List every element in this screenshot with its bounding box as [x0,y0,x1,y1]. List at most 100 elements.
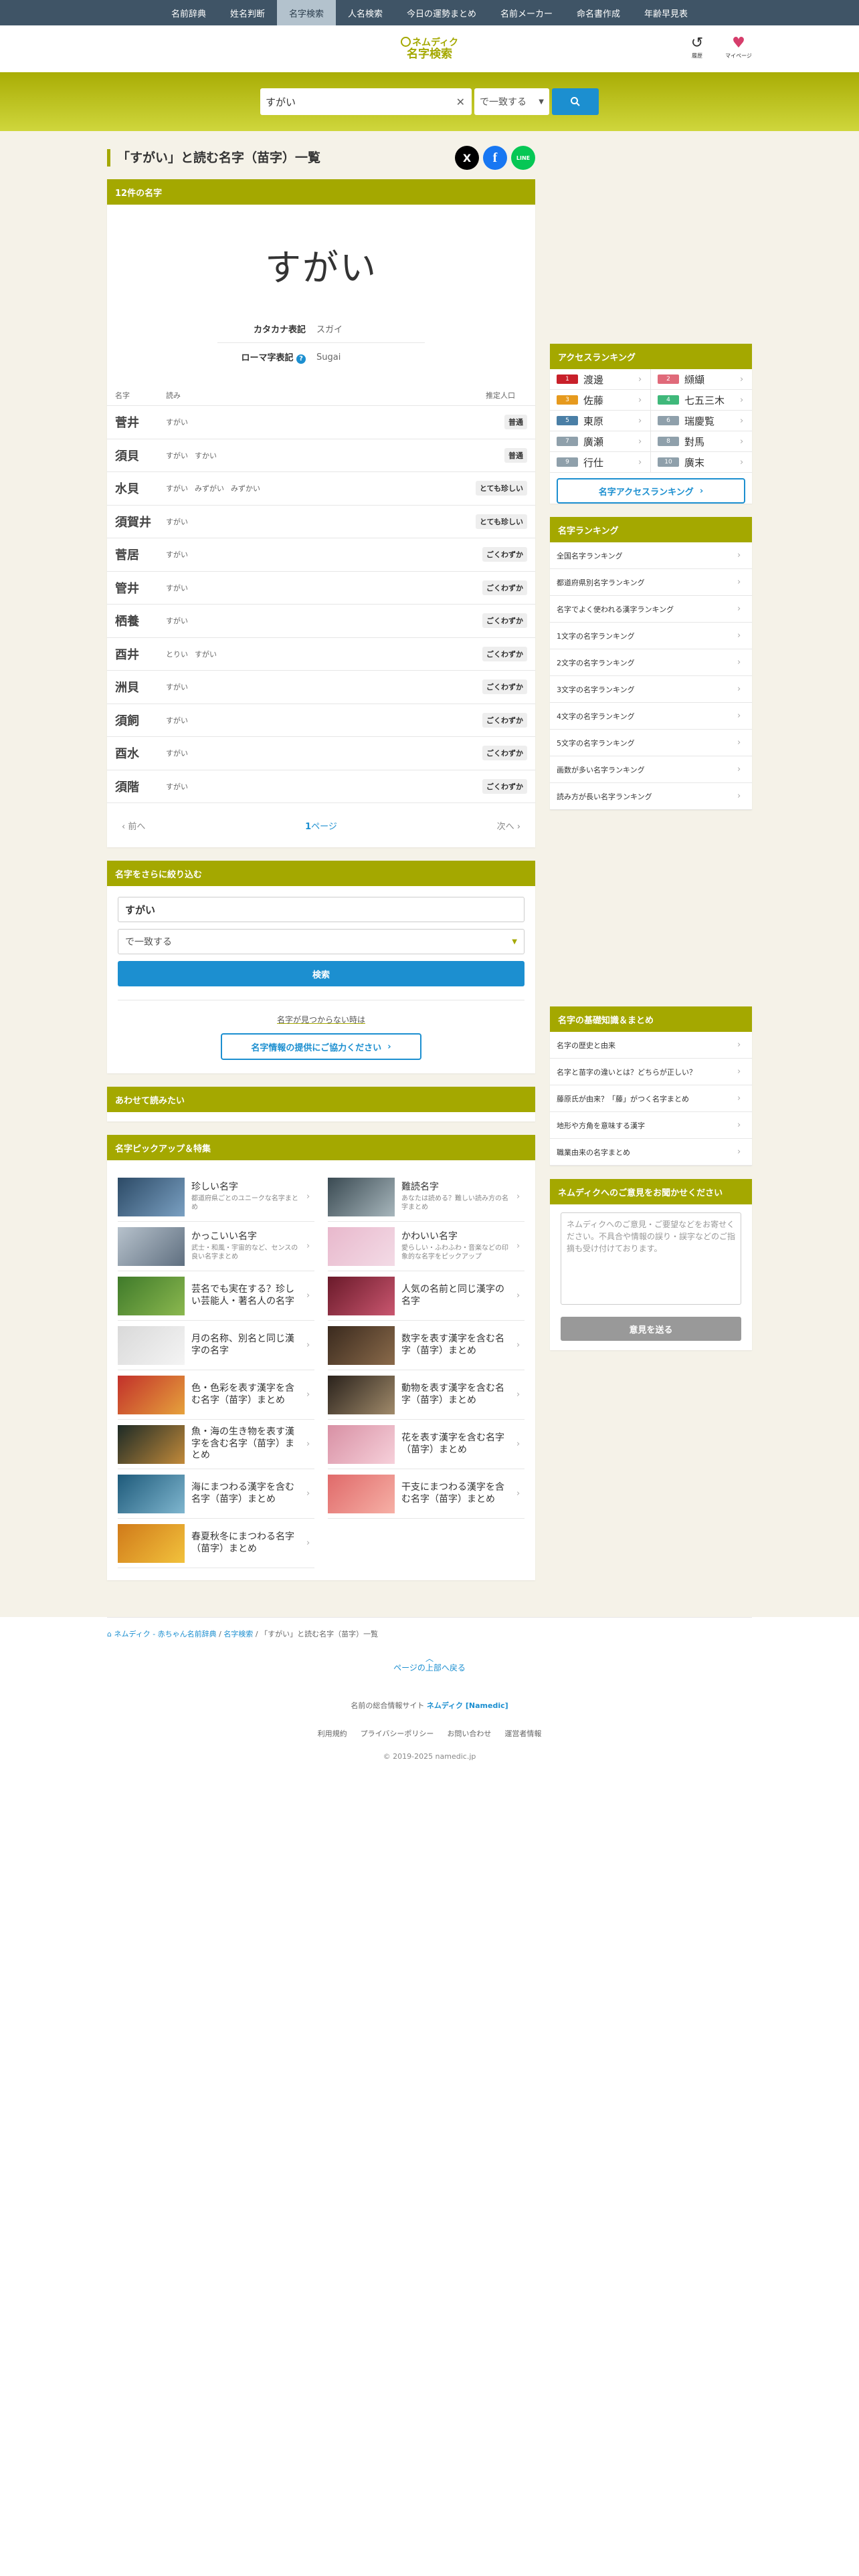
surname-link[interactable]: 菅井 [115,413,166,431]
pickup-item[interactable]: 月の名称、別名と同じ漢字の名字 › [118,1321,314,1370]
table-row[interactable]: 須賀井 すがい とても珍しい [107,506,535,538]
surname-link[interactable]: 須階 [115,778,166,795]
refine-select[interactable]: で一致する ▼ [118,929,524,954]
ranking-link[interactable]: 読み方が長い名字ランキング › [550,783,752,810]
facebook-share-icon[interactable]: f [483,146,507,170]
access-rank-item[interactable]: 10 廣末 › [651,452,752,473]
search-button[interactable] [552,88,599,115]
surname-link[interactable]: 酉水 [115,744,166,762]
breadcrumb-home[interactable]: ネムディク - 赤ちゃん名前辞典 [114,1630,216,1638]
ranking-link[interactable]: 全国名字ランキング › [550,542,752,569]
access-rank-item[interactable]: 7 廣瀬 › [550,431,651,452]
pickup-item[interactable]: 海にまつわる漢字を含む名字（苗字）まとめ › [118,1469,314,1519]
nav-item[interactable]: 名字検索 [276,0,336,25]
access-rank-item[interactable]: 9 行仕 › [550,452,651,473]
footer-link[interactable]: 利用規約 [318,1728,347,1739]
site-logo[interactable]: ネムディク 名字検索 [400,36,458,61]
refine-input[interactable]: すがい [118,897,524,922]
surname-link[interactable]: 酉井 [115,645,166,663]
access-rank-item[interactable]: 4 七五三木 › [651,390,752,411]
x-share-icon[interactable]: X [455,146,479,170]
contribute-button[interactable]: 名字情報の提供にご協力ください › [221,1033,421,1060]
table-row[interactable]: 酉井 とりい すがい ごくわずか [107,638,535,671]
pickup-item[interactable]: 色・色彩を表す漢字を含む名字（苗字）まとめ › [118,1370,314,1420]
basics-link[interactable]: 藤原氏が由来？「藤」がつく名字まとめ › [550,1085,752,1112]
pickup-item[interactable]: 芸名でも実在する？珍しい芸能人・著名人の名字 › [118,1271,314,1321]
pickup-item[interactable]: 干支にまつわる漢字を含む名字（苗字）まとめ › [328,1469,524,1519]
table-row[interactable]: 洲貝 すがい ごくわずか [107,671,535,704]
access-ranking-button[interactable]: 名字アクセスランキング › [557,478,745,504]
nav-item[interactable]: 年齢早見表 [632,0,700,25]
pickup-item[interactable]: 珍しい名字 都道府県ごとのユニークな名字まとめ › [118,1172,314,1222]
breadcrumb-mid[interactable]: 名字検索 [223,1630,253,1638]
pickup-item[interactable]: 春夏秋冬にまつわる名字（苗字）まとめ › [118,1519,314,1568]
ranking-link[interactable]: 名字でよく使われる漢字ランキング › [550,596,752,623]
nav-item[interactable]: 姓名判断 [218,0,277,25]
clear-icon[interactable]: ✕ [456,96,465,108]
nav-item[interactable]: 名前メーカー [488,0,565,25]
ranking-link[interactable]: 都道府県別名字ランキング › [550,569,752,596]
nav-item[interactable]: 名前辞典 [159,0,218,25]
pickup-item[interactable]: 難読名字 あなたは読める？難しい読み方の名字まとめ › [328,1172,524,1222]
table-row[interactable]: 管井 すがい ごくわずか [107,572,535,605]
history-button[interactable]: ↺ 履歴 [684,35,710,60]
ranking-link[interactable]: 5文字の名字ランキング › [550,730,752,756]
table-row[interactable]: 菅居 すがい ごくわずか [107,538,535,572]
surname-link[interactable]: 須貝 [115,447,166,464]
back-to-top-link[interactable]: ︿ ページの上部へ戻る [0,1654,859,1673]
table-row[interactable]: 栖養 すがい ごくわずか [107,605,535,638]
pickup-item[interactable]: かわいい名字 愛らしい・ふわふわ・音楽などの印象的な名字をピックアップ › [328,1222,524,1271]
footer-link[interactable]: 運営者情報 [504,1728,541,1739]
pickup-item[interactable]: かっこいい名字 武士・和風・宇宙的など、センスの良い名字まとめ › [118,1222,314,1271]
access-rank-item[interactable]: 3 佐藤 › [550,390,651,411]
feedback-textarea[interactable]: ネムディクへのご意見・ご要望などをお寄せください。不具合や情報の誤り・誤字などの… [561,1212,741,1305]
pickup-item[interactable]: 花を表す漢字を含む名字（苗字）まとめ › [328,1420,524,1469]
access-rank-item[interactable]: 6 瑞慶覧 › [651,411,752,431]
ranking-link[interactable]: 4文字の名字ランキング › [550,703,752,730]
table-row[interactable]: 水貝 すがい みずがい みずかい とても珍しい [107,472,535,506]
pickup-item[interactable]: 魚・海の生き物を表す漢字を含む名字（苗字）まとめ › [118,1420,314,1469]
help-icon[interactable]: ? [296,354,306,364]
refine-search-button[interactable]: 検索 [118,961,524,986]
search-input[interactable]: すがい ✕ [260,88,472,115]
ranking-link[interactable]: 画数が多い名字ランキング › [550,756,752,783]
table-row[interactable]: 須貝 すがい すかい 普通 [107,439,535,472]
surname-link[interactable]: 洲貝 [115,678,166,695]
match-select[interactable]: で一致する ▼ [474,88,549,115]
footer-link[interactable]: プライバシーポリシー [361,1728,434,1739]
pickup-item[interactable]: 動物を表す漢字を含む名字（苗字）まとめ › [328,1370,524,1420]
ranking-link[interactable]: 1文字の名字ランキング › [550,623,752,649]
basics-link[interactable]: 地形や方角を意味する漢字 › [550,1112,752,1139]
table-row[interactable]: 菅井 すがい 普通 [107,406,535,439]
brand-link[interactable]: ネムディク [Namedic] [427,1701,508,1710]
basics-link[interactable]: 名字の歴史と由来 › [550,1032,752,1059]
access-rank-item[interactable]: 8 對馬 › [651,431,752,452]
ranking-link[interactable]: 2文字の名字ランキング › [550,649,752,676]
surname-link[interactable]: 須飼 [115,712,166,729]
access-rank-item[interactable]: 1 渡邊 › [550,369,651,390]
pickup-item[interactable]: 人気の名前と同じ漢字の名字 › [328,1271,524,1321]
access-rank-item[interactable]: 2 纐纈 › [651,369,752,390]
surname-link[interactable]: 須賀井 [115,513,166,530]
line-share-icon[interactable]: LINE [511,146,535,170]
nav-item[interactable]: 人名検索 [336,0,395,25]
access-rank-item[interactable]: 5 東原 › [550,411,651,431]
table-row[interactable]: 須階 すがい ごくわずか [107,770,535,803]
pickup-item[interactable]: 数字を表す漢字を含む名字（苗字）まとめ › [328,1321,524,1370]
basics-link[interactable]: 名字と苗字の違いとは？どちらが正しい？ › [550,1059,752,1085]
surname-link[interactable]: 水貝 [115,479,166,497]
table-row[interactable]: 酉水 すがい ごくわずか [107,737,535,770]
surname-link[interactable]: 管井 [115,579,166,597]
footer-link[interactable]: お問い合わせ [447,1728,491,1739]
nav-item[interactable]: 今日の運勢まとめ [395,0,488,25]
basics-link[interactable]: 職業由来の名字まとめ › [550,1139,752,1166]
prev-page-link[interactable]: ‹ 前へ [122,819,145,832]
send-feedback-button[interactable]: 意見を送る [561,1317,741,1341]
table-row[interactable]: 須飼 すがい ごくわずか [107,704,535,737]
surname-link[interactable]: 栖養 [115,612,166,629]
nav-item[interactable]: 命名書作成 [565,0,632,25]
next-page-link[interactable]: 次へ › [497,819,520,832]
surname-link[interactable]: 菅居 [115,546,166,563]
mypage-button[interactable]: ♥ マイページ [725,35,752,60]
ranking-link[interactable]: 3文字の名字ランキング › [550,676,752,703]
